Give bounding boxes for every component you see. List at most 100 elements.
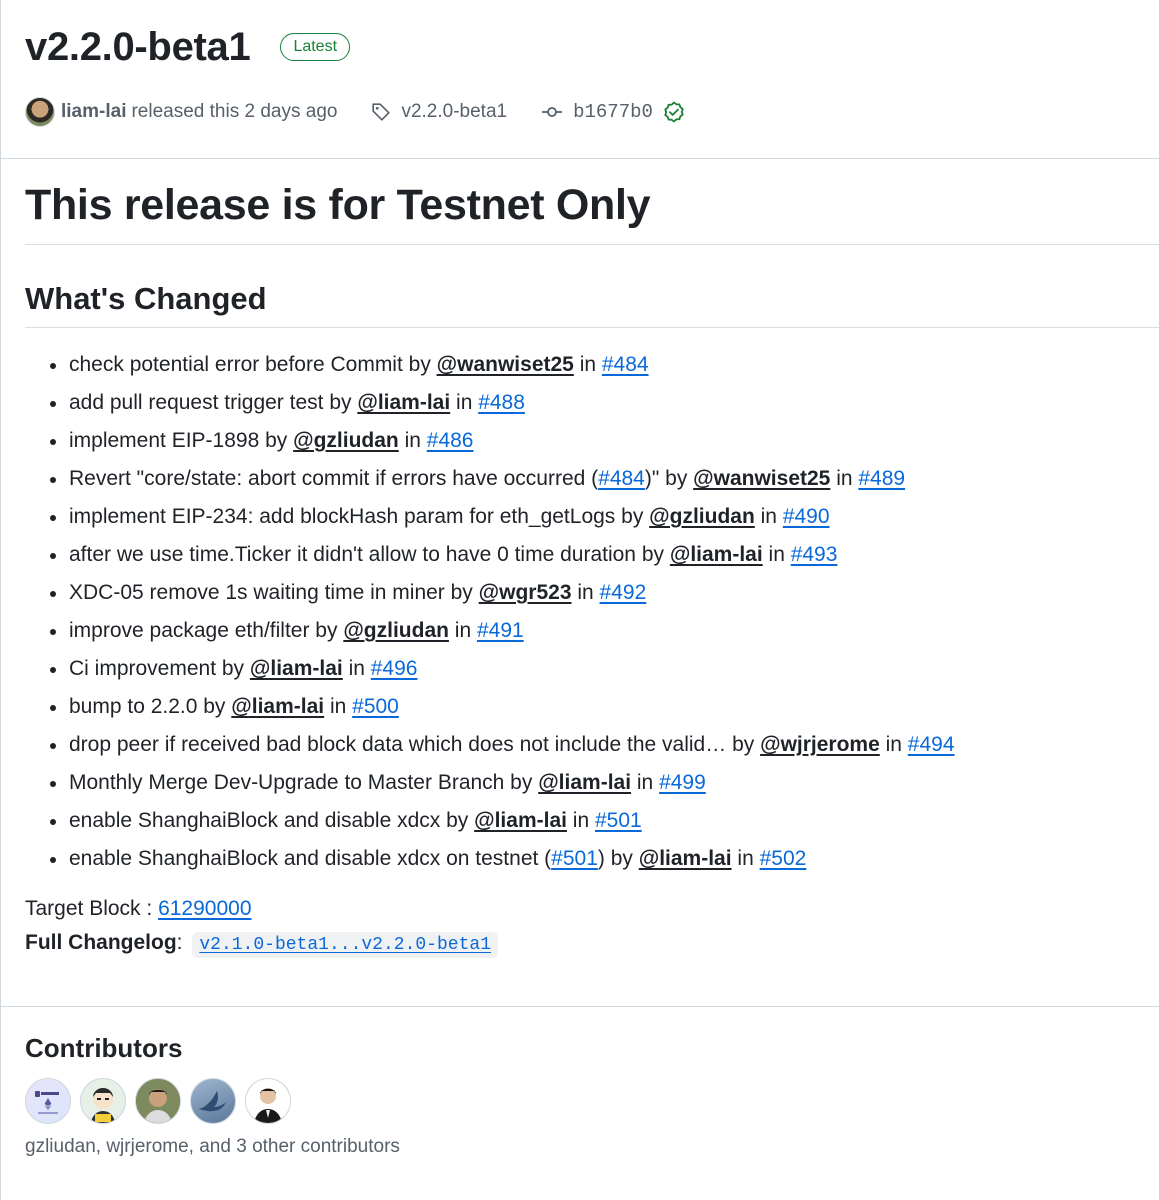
change-in-text: in <box>879 733 908 756</box>
contributor-avatars <box>25 1078 1159 1124</box>
change-text: Monthly Merge Dev-Upgrade to Master Bran… <box>69 771 539 794</box>
pull-request-link[interactable]: #486 <box>427 429 474 452</box>
pr-reference-link[interactable]: #501 <box>551 847 598 870</box>
user-mention-link[interactable]: @liam-lai <box>538 771 631 794</box>
change-in-text: in <box>571 581 600 604</box>
change-in-text: in <box>566 809 595 832</box>
change-item: check potential error before Commit by @… <box>49 346 1159 384</box>
pr-reference-link[interactable]: #484 <box>598 467 645 490</box>
change-item: enable ShanghaiBlock and disable xdcx by… <box>49 802 1159 840</box>
change-item: implement EIP-234: add blockHash param f… <box>49 498 1159 536</box>
pull-request-link[interactable]: #499 <box>659 771 706 794</box>
change-in-text: in <box>573 353 602 376</box>
pull-request-link[interactable]: #502 <box>760 847 807 870</box>
change-in-text: in <box>448 619 477 642</box>
change-item: drop peer if received bad block data whi… <box>49 726 1159 764</box>
change-text: ) by <box>597 847 639 870</box>
user-mention-link[interactable]: @wgr523 <box>479 581 572 604</box>
pull-request-link[interactable]: #500 <box>352 695 399 718</box>
pull-request-link[interactable]: #488 <box>478 391 525 414</box>
target-block-row: Target Block : 61290000 <box>25 892 1159 926</box>
change-in-text: in <box>342 657 371 680</box>
author-avatar[interactable] <box>25 97 55 127</box>
pull-request-link[interactable]: #492 <box>600 581 647 604</box>
user-mention-link[interactable]: @liam-lai <box>357 391 450 414</box>
target-block-label: Target Block : <box>25 897 159 920</box>
author-link[interactable]: liam-lai <box>61 101 126 123</box>
commit-link[interactable]: b1677b0 <box>541 101 685 123</box>
user-mention-link[interactable]: @wanwiset25 <box>693 467 830 490</box>
released-text: released this 2 days ago <box>131 101 338 122</box>
user-mention-link[interactable]: @wanwiset25 <box>437 353 574 376</box>
change-text: implement EIP-1898 by <box>69 429 294 452</box>
tag-link[interactable]: v2.2.0-beta1 <box>371 101 507 123</box>
change-in-text: in <box>754 505 783 528</box>
pull-request-link[interactable]: #490 <box>783 505 830 528</box>
change-in-text: in <box>631 771 660 794</box>
user-mention-link[interactable]: @wjrjerome <box>760 733 880 756</box>
contributors-heading: Contributors <box>25 1033 183 1063</box>
user-mention-link[interactable]: @gzliudan <box>293 429 399 452</box>
changes-list: check potential error before Commit by @… <box>25 346 1159 878</box>
commit-icon <box>542 107 563 117</box>
pull-request-link[interactable]: #484 <box>602 353 649 376</box>
user-mention-link[interactable]: @liam-lai <box>231 695 324 718</box>
change-text: drop peer if received bad block data whi… <box>69 733 761 756</box>
changelog-colon: : <box>176 931 183 954</box>
user-mention-link[interactable]: @liam-lai <box>670 543 763 566</box>
changelog-link[interactable]: v2.1.0-beta1...v2.2.0-beta1 <box>192 932 498 958</box>
user-mention-link[interactable]: @liam-lai <box>250 657 343 680</box>
pull-request-link[interactable]: #494 <box>908 733 955 756</box>
change-in-text: in <box>830 467 859 490</box>
change-item: improve package eth/filter by @gzliudan … <box>49 612 1159 650</box>
change-item: Revert "core/state: abort commit if erro… <box>49 460 1159 498</box>
person-avatar[interactable] <box>135 1078 181 1124</box>
change-item: implement EIP-1898 by @gzliudan in #486 <box>49 422 1159 460</box>
change-in-text: in <box>450 391 479 414</box>
change-text: after we use time.Ticker it didn't allow… <box>69 543 670 566</box>
change-text: add pull request trigger test by <box>69 391 358 414</box>
release-title[interactable]: v2.2.0-beta1 <box>25 25 251 70</box>
suit-person-avatar[interactable] <box>245 1078 291 1124</box>
user-mention-link[interactable]: @liam-lai <box>474 809 567 832</box>
change-item: Ci improvement by @liam-lai in #496 <box>49 650 1159 688</box>
change-text: Ci improvement by <box>69 657 250 680</box>
user-mention-link[interactable]: @liam-lai <box>639 847 732 870</box>
contributors-summary: gzliudan, wjrjerome, and 3 other contrib… <box>25 1136 400 1157</box>
change-text: bump to 2.2.0 by <box>69 695 232 718</box>
pull-request-link[interactable]: #501 <box>595 809 642 832</box>
change-item: enable ShanghaiBlock and disable xdcx on… <box>49 840 1159 878</box>
change-text: improve package eth/filter by <box>69 619 344 642</box>
cartoon-avatar[interactable] <box>80 1078 126 1124</box>
pull-request-link[interactable]: #489 <box>858 467 905 490</box>
change-item: bump to 2.2.0 by @liam-lai in #500 <box>49 688 1159 726</box>
bird-avatar[interactable] <box>190 1078 236 1124</box>
change-item: XDC-05 remove 1s waiting time in miner b… <box>49 574 1159 612</box>
pull-request-link[interactable]: #493 <box>791 543 838 566</box>
target-block-link[interactable]: 61290000 <box>158 897 251 920</box>
change-text: )" by <box>644 467 694 490</box>
release-page: v2.2.0-beta1 Latest liam-lai released th… <box>0 0 1159 1200</box>
user-mention-link[interactable]: @gzliudan <box>343 619 449 642</box>
change-text: Revert "core/state: abort commit if erro… <box>69 467 599 490</box>
release-body: This release is for Testnet Only What's … <box>1 159 1159 962</box>
commit-sha: b1677b0 <box>573 101 653 123</box>
release-header: v2.2.0-beta1 Latest liam-lai released th… <box>1 0 1159 130</box>
user-mention-link[interactable]: @gzliudan <box>649 505 755 528</box>
change-in-text: in <box>762 543 791 566</box>
changelog-row: Full Changelog: v2.1.0-beta1...v2.2.0-be… <box>25 926 1159 962</box>
verified-check-icon[interactable] <box>663 101 685 123</box>
change-text: enable ShanghaiBlock and disable xdcx by <box>69 809 475 832</box>
change-text: check potential error before Commit by <box>69 353 437 376</box>
pull-request-link[interactable]: #496 <box>371 657 418 680</box>
contributors-section: Contributors gzliudan, wjrjerome, and 3 … <box>1 1007 1159 1158</box>
change-item: Monthly Merge Dev-Upgrade to Master Bran… <box>49 764 1159 802</box>
solidity-ethereum-avatar[interactable] <box>25 1078 71 1124</box>
latest-badge: Latest <box>280 33 351 61</box>
release-meta: liam-lai released this 2 days ago v2.2.0… <box>25 94 1159 130</box>
change-in-text: in <box>398 429 427 452</box>
change-in-text: in <box>731 847 760 870</box>
change-in-text: in <box>324 695 353 718</box>
change-text: enable ShanghaiBlock and disable xdcx on… <box>69 847 552 870</box>
pull-request-link[interactable]: #491 <box>477 619 524 642</box>
